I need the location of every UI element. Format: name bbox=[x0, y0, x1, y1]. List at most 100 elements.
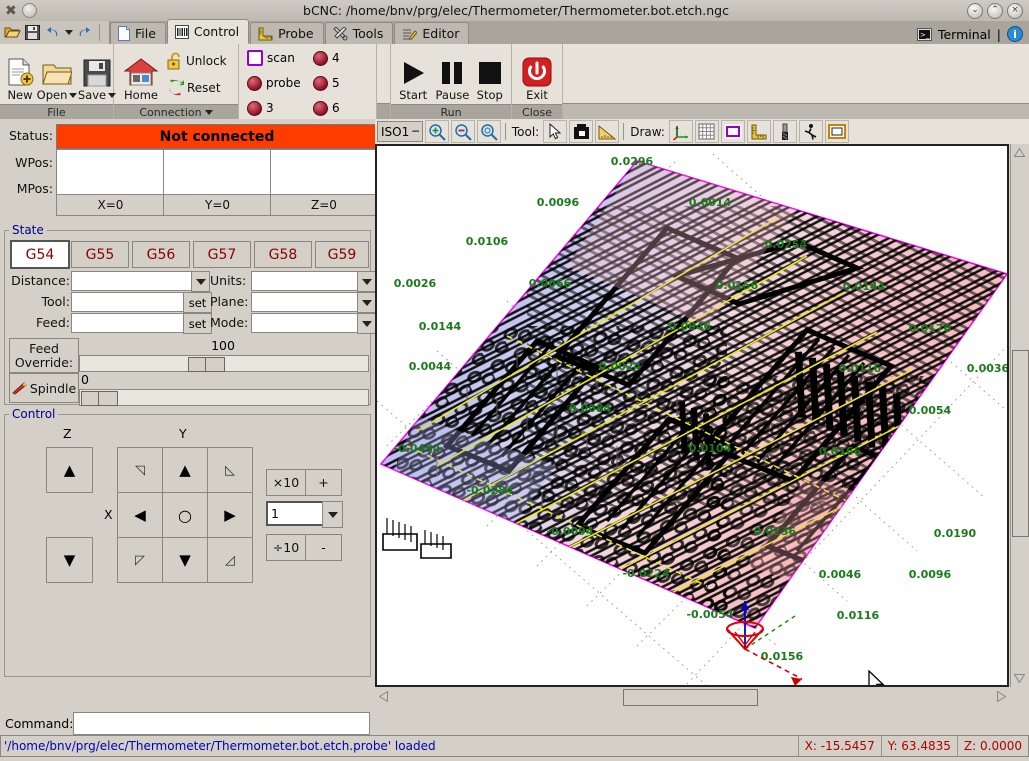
ruler-draw-icon[interactable] bbox=[747, 120, 771, 143]
terminal-label[interactable]: Terminal bbox=[938, 27, 991, 42]
user-button-6[interactable]: 6 bbox=[313, 96, 371, 120]
connection-dropdown-icon[interactable] bbox=[205, 110, 213, 115]
plane-input[interactable] bbox=[251, 292, 358, 312]
tab-probe[interactable]: Probe bbox=[250, 22, 323, 44]
tab-tools[interactable]: Tools bbox=[325, 22, 394, 44]
spindle-button[interactable]: Spindle bbox=[9, 373, 79, 403]
user-button-4[interactable]: 4 bbox=[313, 46, 371, 70]
zoom-fit-icon[interactable] bbox=[477, 120, 501, 143]
wcs-g55-button[interactable]: G55 bbox=[71, 241, 129, 268]
mode-dropdown-icon[interactable] bbox=[357, 313, 376, 334]
redo-icon[interactable] bbox=[76, 24, 93, 41]
save-disk-icon[interactable] bbox=[24, 24, 41, 41]
endmill-icon[interactable] bbox=[773, 120, 797, 143]
view-mode-selector[interactable]: ISO1 ─ bbox=[377, 121, 423, 142]
zero-x-button[interactable]: X=0 bbox=[56, 194, 165, 216]
open-button[interactable]: Open bbox=[39, 46, 75, 102]
scroll-down-arrow-icon[interactable] bbox=[1012, 671, 1027, 686]
new-button[interactable]: New bbox=[5, 46, 35, 102]
jog-down-right-button[interactable]: ◿ bbox=[207, 537, 253, 583]
user-button-3[interactable]: 3 bbox=[247, 96, 305, 120]
minimize-icon[interactable]: ⌄ bbox=[967, 3, 983, 19]
units-dropdown-icon[interactable] bbox=[357, 271, 376, 292]
pause-button[interactable]: Pause bbox=[433, 46, 471, 102]
workarea-icon[interactable] bbox=[825, 120, 849, 143]
spindle-slider[interactable] bbox=[79, 389, 369, 406]
user-button-5[interactable]: 5 bbox=[313, 71, 371, 95]
units-input[interactable] bbox=[251, 271, 358, 291]
zoom-in-icon[interactable] bbox=[425, 120, 449, 143]
view-mode-dropdown-icon[interactable]: ─ bbox=[412, 125, 419, 138]
feed-override-slider[interactable] bbox=[79, 355, 369, 372]
feed-set-button[interactable]: set bbox=[183, 313, 212, 334]
wcs-g59-button[interactable]: G59 bbox=[315, 241, 369, 268]
vertical-scroll-thumb[interactable] bbox=[1012, 350, 1029, 537]
axes-icon[interactable] bbox=[669, 120, 693, 143]
wcs-g54-button[interactable]: G54 bbox=[10, 240, 70, 269]
mode-input[interactable] bbox=[251, 313, 358, 333]
unlock-button[interactable]: Unlock bbox=[167, 48, 227, 73]
wpos-x-field[interactable] bbox=[56, 149, 165, 196]
tab-file[interactable]: File bbox=[110, 22, 166, 44]
step-value-input[interactable]: 1 bbox=[266, 501, 326, 526]
scroll-right-arrow-icon[interactable] bbox=[994, 689, 1009, 704]
grid-icon[interactable] bbox=[695, 120, 719, 143]
undo-dropdown-icon[interactable] bbox=[64, 24, 73, 41]
zero-z-button[interactable]: Z=0 bbox=[270, 194, 378, 216]
maximize-icon[interactable]: ⌃ bbox=[987, 3, 1003, 19]
jog-up-left-button[interactable]: ◹ bbox=[117, 447, 163, 493]
wpos-y-field[interactable] bbox=[163, 149, 272, 196]
jog-x-left-button[interactable]: ◀ bbox=[117, 492, 163, 538]
step-div10-button[interactable]: ÷10 bbox=[266, 534, 306, 561]
open-dropdown-icon[interactable] bbox=[69, 93, 77, 98]
horizontal-scroll-thumb[interactable] bbox=[623, 689, 758, 706]
window-menu[interactable]: ✖ bbox=[0, 3, 65, 18]
margin-icon[interactable] bbox=[721, 120, 745, 143]
tab-control[interactable]: Control bbox=[167, 19, 249, 44]
window-menu-icon[interactable] bbox=[22, 3, 37, 18]
distance-input[interactable] bbox=[71, 271, 192, 291]
distance-dropdown-icon[interactable] bbox=[191, 271, 210, 292]
jog-y-up-button[interactable]: ▲ bbox=[162, 447, 208, 493]
jog-y-down-button[interactable]: ▼ bbox=[162, 537, 208, 583]
command-input[interactable] bbox=[73, 712, 370, 735]
save-button[interactable]: Save bbox=[79, 46, 115, 102]
tool-input[interactable] bbox=[71, 292, 184, 312]
user-button-probe[interactable]: probe bbox=[247, 71, 305, 95]
stop-button[interactable]: Stop bbox=[474, 46, 506, 102]
step-mul10-button[interactable]: ×10 bbox=[266, 469, 306, 496]
tool-set-button[interactable]: set bbox=[183, 292, 212, 313]
zoom-out-icon[interactable] bbox=[451, 120, 475, 143]
pan-icon[interactable] bbox=[569, 120, 593, 143]
jog-z-up-button[interactable]: ▲ bbox=[46, 447, 93, 493]
jog-down-left-button[interactable]: ◸ bbox=[117, 537, 163, 583]
step-dropdown-icon[interactable] bbox=[322, 501, 343, 528]
wcs-g57-button[interactable]: G57 bbox=[193, 241, 251, 268]
close-icon[interactable]: × bbox=[1007, 3, 1023, 19]
wcs-g58-button[interactable]: G58 bbox=[254, 241, 312, 268]
jog-x-right-button[interactable]: ▶ bbox=[207, 492, 253, 538]
feed-override-button[interactable]: Feed Override: bbox=[9, 338, 79, 373]
feed-input[interactable] bbox=[71, 313, 184, 333]
exit-button[interactable]: Exit bbox=[517, 46, 557, 102]
step-plus-button[interactable]: + bbox=[305, 469, 342, 496]
plane-dropdown-icon[interactable] bbox=[357, 292, 376, 313]
gcode-3d-view[interactable]: 0.02960.00960.00140.01060.02540.00260.01… bbox=[375, 144, 1009, 687]
spindle-slider-thumb[interactable] bbox=[81, 391, 118, 406]
undo-icon[interactable] bbox=[44, 24, 61, 41]
jog-home-button[interactable]: ○ bbox=[162, 492, 208, 538]
open-folder-icon[interactable] bbox=[4, 24, 21, 41]
canvas-vertical-scrollbar[interactable] bbox=[1010, 144, 1029, 687]
wcs-g56-button[interactable]: G56 bbox=[132, 241, 190, 268]
reset-button[interactable]: Reset bbox=[167, 75, 227, 100]
start-button[interactable]: Start bbox=[395, 46, 431, 102]
user-button-scan[interactable]: scan bbox=[247, 46, 305, 70]
wpos-z-field[interactable] bbox=[270, 149, 378, 196]
ribbon-group-connection-caption[interactable]: Connection bbox=[114, 104, 238, 119]
jog-up-right-button[interactable]: ◺ bbox=[207, 447, 253, 493]
pointer-icon[interactable] bbox=[543, 120, 567, 143]
canvas-horizontal-scrollbar[interactable] bbox=[375, 688, 1029, 706]
feed-override-slider-thumb[interactable] bbox=[188, 357, 225, 372]
step-minus-button[interactable]: - bbox=[305, 534, 342, 561]
ruler-tool-icon[interactable] bbox=[595, 120, 619, 143]
